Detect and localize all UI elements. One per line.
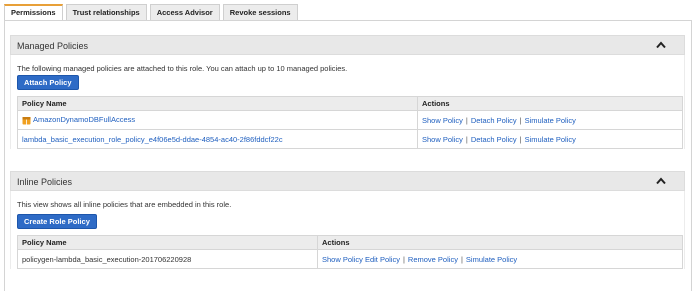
managed-policies-description: The following managed policies are attac…: [17, 64, 348, 73]
actions-cell: Show Policy | Detach Policy | Simulate Polic…: [417, 110, 683, 130]
actions-cell: Show Policy | Detach Policy | Simulate Polic…: [417, 129, 683, 149]
policy-name-cell: AmazonDynamoDBFullAccess: [17, 110, 418, 130]
simulate-policy-link[interactable]: Simulate Policy: [466, 255, 517, 264]
separator: |: [465, 134, 468, 144]
inline-policies-section: Inline Policies This view shows all inli…: [10, 171, 685, 269]
table-header-row: Policy Name Actions: [17, 235, 683, 250]
attach-policy-button[interactable]: Attach Policy: [17, 75, 79, 90]
policy-name-cell: lambda_basic_execution_role_policy_e4f06…: [17, 129, 418, 149]
separator: |: [402, 254, 405, 264]
policy-name-cell: policygen-lambda_basic_execution-2017062…: [17, 249, 318, 269]
separator: |: [519, 115, 522, 125]
column-header-policy-name: Policy Name: [17, 235, 318, 250]
inline-policies-table: Policy Name Actions policygen-lambda_bas…: [17, 235, 683, 269]
policy-link-lambda-basic-execution[interactable]: lambda_basic_execution_role_policy_e4f06…: [22, 135, 283, 144]
table-header-row: Policy Name Actions: [17, 96, 683, 111]
tab-revoke-sessions[interactable]: Revoke sessions: [222, 4, 298, 20]
create-role-policy-button[interactable]: Create Role Policy: [17, 214, 97, 229]
managed-policies-title: Managed Policies: [17, 41, 89, 51]
table-row: AmazonDynamoDBFullAccess Show Policy | Det…: [17, 110, 683, 130]
simulate-policy-link[interactable]: Simulate Policy: [525, 135, 576, 144]
show-policy-link[interactable]: Show Policy: [422, 135, 463, 144]
managed-policies-body: The following managed policies are attac…: [10, 55, 685, 149]
inline-policies-title: Inline Policies: [17, 177, 73, 187]
table-row: policygen-lambda_basic_execution-2017062…: [17, 249, 683, 269]
column-header-actions: Actions: [317, 235, 683, 250]
show-policy-link[interactable]: Show Policy: [322, 255, 363, 264]
tab-permissions[interactable]: Permissions: [4, 4, 63, 20]
inline-policies-description: This view shows all inline policies that…: [17, 200, 232, 209]
show-policy-link[interactable]: Show Policy: [422, 116, 463, 125]
chevron-up-icon[interactable]: [656, 177, 666, 185]
column-header-policy-name: Policy Name: [17, 96, 418, 111]
chevron-up-icon[interactable]: [656, 41, 666, 49]
tab-trust-relationships[interactable]: Trust relationships: [65, 4, 147, 20]
managed-policies-table: Policy Name Actions AmazonDynamoDBFullAc…: [17, 96, 683, 149]
detach-policy-link[interactable]: Detach Policy: [471, 135, 517, 144]
separator: |: [465, 115, 468, 125]
tab-access-advisor[interactable]: Access Advisor: [149, 4, 220, 20]
simulate-policy-link[interactable]: Simulate Policy: [525, 116, 576, 125]
column-header-actions: Actions: [417, 96, 683, 111]
separator: |: [519, 134, 522, 144]
managed-policies-section: Managed Policies The following managed p…: [10, 35, 685, 149]
tab-bar: Permissions Trust relationships Access A…: [4, 4, 301, 20]
detach-policy-link[interactable]: Detach Policy: [471, 116, 517, 125]
separator: |: [460, 254, 463, 264]
inline-policies-header[interactable]: Inline Policies: [10, 171, 685, 191]
aws-policy-cube-icon: [22, 116, 31, 125]
policy-link-amazondynamodbfullaccess[interactable]: AmazonDynamoDBFullAccess: [33, 115, 135, 124]
inline-policies-body: This view shows all inline policies that…: [10, 191, 685, 269]
managed-policies-header[interactable]: Managed Policies: [10, 35, 685, 55]
actions-cell: Show Policy Edit Policy | Remove Policy | Si…: [317, 249, 683, 269]
edit-policy-link[interactable]: Edit Policy: [365, 255, 400, 264]
remove-policy-link[interactable]: Remove Policy: [408, 255, 458, 264]
table-row: lambda_basic_execution_role_policy_e4f06…: [17, 129, 683, 149]
